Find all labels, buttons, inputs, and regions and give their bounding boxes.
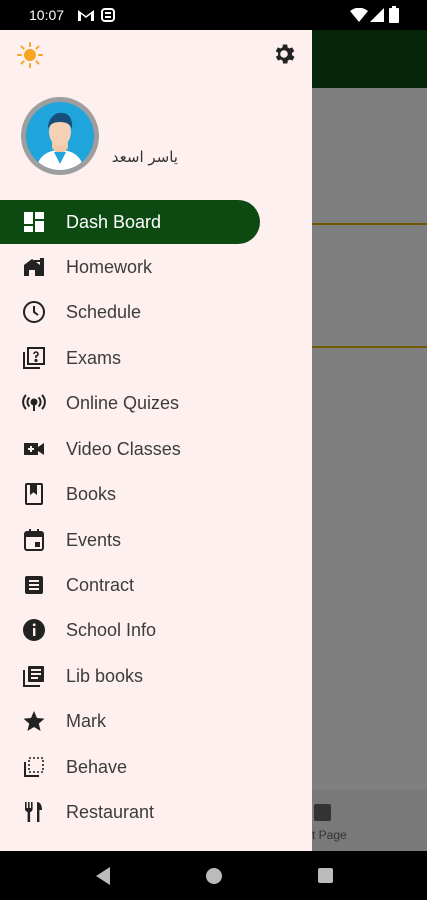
menu-item-video-classes[interactable]: Video Classes bbox=[0, 427, 312, 471]
menu-item-books[interactable]: Books bbox=[0, 472, 312, 516]
system-nav-bar bbox=[0, 851, 427, 900]
menu-label: Restaurant bbox=[66, 802, 155, 822]
gmail-icon bbox=[77, 8, 95, 27]
menu-label: Events bbox=[66, 530, 122, 550]
battery-icon bbox=[389, 6, 399, 28]
person-icon bbox=[26, 102, 94, 170]
back-icon[interactable] bbox=[94, 866, 112, 886]
menu-label: Homework bbox=[66, 257, 153, 277]
homework-icon bbox=[22, 255, 46, 279]
exam-icon bbox=[22, 346, 46, 370]
menu-label: Contract bbox=[66, 575, 135, 595]
video-add-icon bbox=[22, 437, 46, 461]
dashboard-icon bbox=[22, 210, 46, 234]
broadcast-icon bbox=[22, 391, 46, 415]
menu-item-mark[interactable]: Mark bbox=[0, 699, 312, 743]
user-name: ياسر اسعد bbox=[111, 148, 178, 166]
menu-label: Exams bbox=[66, 348, 122, 368]
menu-label: Schedule bbox=[66, 302, 142, 322]
menu-item-homework[interactable]: Homework bbox=[0, 245, 312, 289]
status-bar: 10:07 bbox=[0, 0, 427, 30]
star-icon bbox=[22, 709, 46, 733]
menu-item-online-quizes[interactable]: Online Quizes bbox=[0, 381, 312, 425]
restaurant-icon bbox=[22, 800, 46, 824]
navigation-drawer: ياسر اسعد Dash Board Homework Schedule E… bbox=[0, 30, 312, 851]
menu-item-dash-board[interactable]: Dash Board bbox=[0, 200, 312, 244]
menu-label: Dash Board bbox=[66, 212, 162, 232]
library-icon bbox=[22, 664, 46, 688]
menu-item-restaurant[interactable]: Restaurant bbox=[0, 790, 312, 834]
calendar-icon bbox=[22, 528, 46, 552]
menu-item-lib-books[interactable]: Lib books bbox=[0, 654, 312, 698]
clock-icon bbox=[22, 300, 46, 324]
menu-label: School Info bbox=[66, 620, 157, 640]
s-app-icon bbox=[101, 8, 115, 27]
menu-label: Online Quizes bbox=[66, 393, 180, 413]
behave-icon bbox=[22, 755, 46, 779]
avatar[interactable] bbox=[21, 97, 99, 175]
menu-label: Video Classes bbox=[66, 439, 181, 459]
book-icon bbox=[22, 482, 46, 506]
menu-label: Behave bbox=[66, 757, 128, 777]
gear-icon[interactable] bbox=[271, 41, 297, 67]
menu-label: Books bbox=[66, 484, 117, 504]
recents-icon[interactable] bbox=[318, 868, 333, 883]
home-icon[interactable] bbox=[206, 868, 222, 884]
menu-item-behave[interactable]: Behave bbox=[0, 745, 312, 789]
menu-label: Mark bbox=[66, 711, 106, 731]
menu-item-events[interactable]: Events bbox=[0, 518, 312, 562]
document-icon bbox=[22, 573, 46, 597]
signal-icon bbox=[370, 8, 384, 27]
menu-item-exams[interactable]: Exams bbox=[0, 336, 312, 380]
sun-icon[interactable] bbox=[16, 41, 44, 69]
menu-item-schedule[interactable]: Schedule bbox=[0, 290, 312, 334]
menu-item-contract[interactable]: Contract bbox=[0, 563, 312, 607]
wifi-icon bbox=[350, 7, 368, 27]
status-time: 10:07 bbox=[29, 7, 65, 23]
menu-label: Lib books bbox=[66, 666, 144, 686]
info-icon bbox=[22, 618, 46, 642]
menu-item-school-info[interactable]: School Info bbox=[0, 608, 312, 652]
